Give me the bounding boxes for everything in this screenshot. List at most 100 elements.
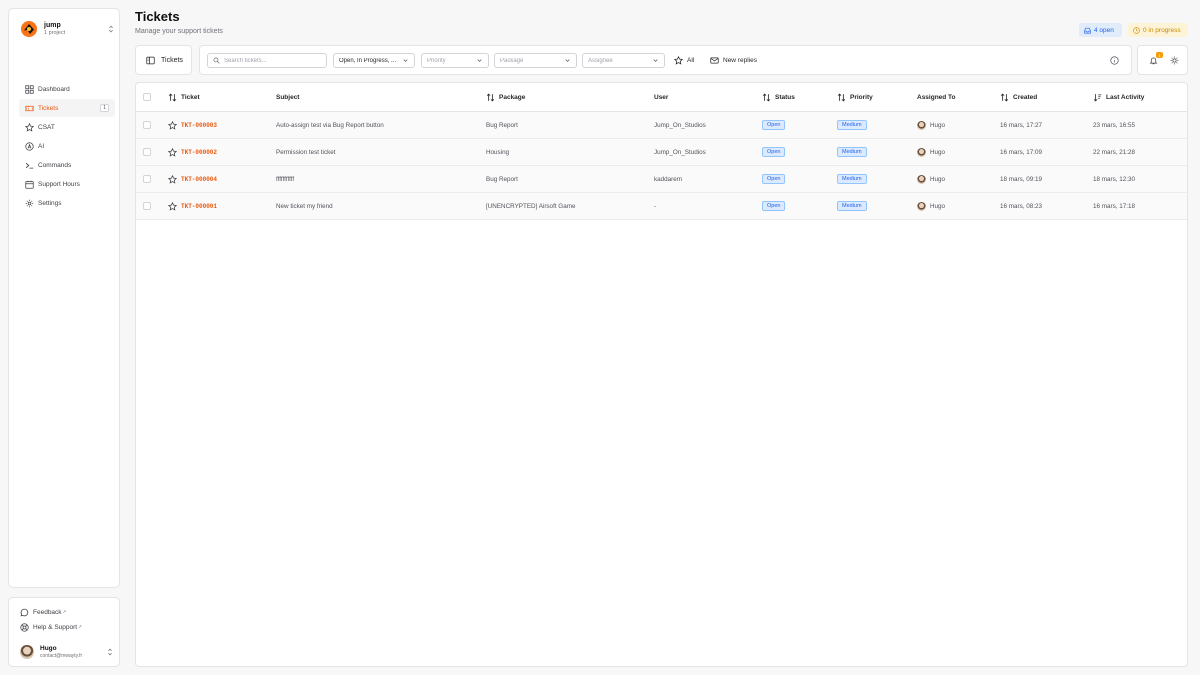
priority-filter-select[interactable]: Priority [421, 53, 489, 68]
package-filter-select[interactable]: Package [494, 53, 577, 68]
row-checkbox[interactable] [143, 202, 151, 210]
star-icon [674, 56, 683, 65]
ticket-created: 16 mars, 08:23 [1000, 202, 1043, 210]
tickets-count-badge: 1 [100, 104, 109, 112]
gear-icon [25, 199, 34, 207]
ticket-last-activity: 16 mars, 17:18 [1093, 202, 1136, 210]
sidebar-item-label: Support Hours [38, 180, 80, 188]
column-header-package[interactable]: Package [486, 83, 525, 111]
assignee-name: Hugo [930, 175, 946, 183]
filter-bar: Search tickets... Open, In Progress, ...… [199, 45, 1132, 75]
info-icon[interactable] [1110, 56, 1119, 65]
sidebar-item-label: CSAT [38, 123, 55, 131]
page-subtitle: Manage your support tickets [135, 28, 223, 35]
ticket-created: 16 mars, 17:09 [1000, 148, 1043, 156]
sidebar-item-dashboard[interactable]: Dashboard [19, 80, 115, 98]
ticket-package: [UNENCRYPTED] Airsoft Game [486, 202, 576, 210]
select-all-checkbox[interactable] [143, 93, 151, 101]
status-badge: Open [762, 147, 786, 157]
row-checkbox[interactable] [143, 121, 151, 129]
sort-arrows-icon [1000, 93, 1009, 101]
table-row[interactable]: TKT-000001 New ticket my friend [UNENCRY… [136, 193, 1187, 220]
search-placeholder: Search tickets... [224, 57, 267, 64]
column-header-priority[interactable]: Priority [837, 83, 873, 111]
all-starred-toggle[interactable]: All [674, 53, 694, 68]
ticket-id-link[interactable]: TKT-000002 [181, 149, 217, 156]
external-link-icon: ↗ [78, 624, 82, 629]
sidebar-item-settings[interactable]: Settings [19, 194, 115, 212]
column-header-last-activity[interactable]: Last Activity [1093, 83, 1144, 111]
ticket-user: Jump_On_Studios [654, 148, 706, 156]
sort-arrows-icon [837, 93, 846, 101]
avatar [917, 120, 926, 130]
feedback-link[interactable]: Feedback ↗ [20, 606, 66, 618]
sidebar-nav: Dashboard Tickets 1 CSAT AI Commands Sup… [19, 80, 115, 213]
project-switcher[interactable]: jump 1 project [21, 18, 115, 40]
assignee-name: Hugo [930, 121, 946, 129]
external-link-icon: ↗ [62, 609, 67, 614]
ticket-package: Housing [486, 148, 510, 156]
tickets-view-tab[interactable]: Tickets [135, 45, 192, 75]
ticket-user: kaddarem [654, 175, 683, 183]
star-icon[interactable] [168, 174, 177, 184]
assignee-filter-select[interactable]: Assignee [582, 53, 665, 68]
search-input[interactable]: Search tickets... [207, 53, 327, 68]
sidebar-item-commands[interactable]: Commands [19, 156, 115, 174]
sidebar-item-ai[interactable]: AI [19, 137, 115, 155]
chat-bubble-icon [20, 608, 29, 616]
sidebar-item-tickets[interactable]: Tickets 1 [19, 99, 115, 117]
row-checkbox[interactable] [143, 175, 151, 183]
star-icon [25, 122, 34, 132]
help-support-link[interactable]: Help & Support ↗ [20, 621, 82, 633]
star-icon[interactable] [168, 120, 177, 130]
star-icon[interactable] [168, 201, 177, 211]
table-row[interactable]: TKT-000002 Permission test ticket Housin… [136, 139, 1187, 166]
avatar [917, 174, 926, 184]
ticket-user: - [654, 202, 657, 210]
ticket-created: 16 mars, 17:27 [1000, 121, 1043, 129]
column-header-ticket[interactable]: Ticket [168, 83, 200, 111]
sidebar-item-label: AI [38, 142, 45, 150]
sidebar-item-label: Tickets [38, 104, 59, 112]
star-icon[interactable] [168, 147, 177, 157]
row-checkbox[interactable] [143, 148, 151, 156]
sidebar-item-csat[interactable]: CSAT [19, 118, 115, 136]
avatar [20, 645, 34, 659]
ai-icon [25, 141, 34, 151]
column-header-subject: Subject [276, 93, 300, 101]
search-icon [213, 57, 220, 64]
ticket-id-link[interactable]: TKT-000001 [181, 203, 217, 210]
ticket-created: 18 mars, 09:19 [1000, 175, 1043, 183]
ticket-id-link[interactable]: TKT-000003 [181, 122, 217, 129]
chevron-updown-icon [108, 648, 112, 656]
new-replies-toggle[interactable]: New replies [710, 53, 757, 68]
table-header: Ticket Subject Package User Status Prior… [136, 83, 1187, 112]
priority-badge: Medium [837, 201, 867, 211]
project-logo-icon [21, 21, 37, 37]
assignee-name: Hugo [930, 148, 946, 156]
user-menu[interactable]: Hugo contact@mwayty.fr [20, 643, 114, 661]
dashboard-icon [25, 84, 34, 94]
chevron-down-icon [565, 59, 570, 62]
table-row[interactable]: TKT-000003 Auto-assign test via Bug Repo… [136, 112, 1187, 139]
column-header-created[interactable]: Created [1000, 83, 1037, 111]
project-count: 1 project [44, 30, 66, 36]
status-badge: Open [762, 174, 786, 184]
sidebar-item-label: Dashboard [38, 85, 70, 93]
priority-badge: Medium [837, 174, 867, 184]
open-count-badge[interactable]: 4 open [1079, 23, 1122, 37]
avatar [917, 147, 926, 157]
sun-icon[interactable] [1170, 56, 1179, 65]
ticket-id-link[interactable]: TKT-000004 [181, 176, 217, 183]
chevron-down-icon [653, 59, 658, 62]
status-filter-select[interactable]: Open, In Progress, ... [333, 53, 415, 68]
table-row[interactable]: TKT-000004 fffffffffff Bug Report kaddar… [136, 166, 1187, 193]
in-progress-count-badge[interactable]: 0 in progress [1128, 23, 1188, 37]
sidebar-footer: Feedback ↗ Help & Support ↗ Hugo contact@m… [8, 597, 120, 667]
mail-icon [710, 57, 719, 64]
column-header-status[interactable]: Status [762, 83, 795, 111]
sidebar-item-support-hours[interactable]: Support Hours [19, 175, 115, 193]
ticket-icon [25, 105, 34, 111]
column-header-assigned-to: Assigned To [917, 93, 956, 101]
ticket-subject: Auto-assign test via Bug Report button [276, 121, 384, 129]
